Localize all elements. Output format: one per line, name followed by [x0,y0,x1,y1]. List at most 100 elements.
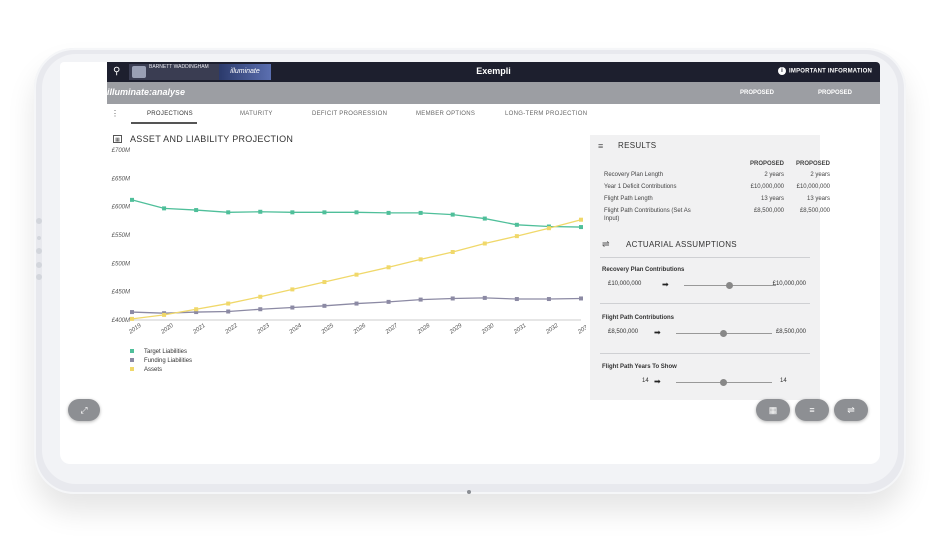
slider-label: Recovery Plan Contributions [602,267,685,273]
tab-long-term-projection[interactable]: LONG-TERM PROJECTION [505,111,587,117]
legend-swatch [130,349,134,354]
tab-member-options[interactable]: MEMBER OPTIONS [416,111,475,117]
data-point [418,257,423,262]
results-panel: ≡ RESULTS PROPOSED PROPOSED Recovery Pla… [590,135,830,235]
data-point [226,309,231,314]
divider [600,353,810,354]
bar-chart-icon: ▦ [113,135,122,143]
x-tick-label: 2027 [384,323,400,337]
assumptions-title: ACTUARIAL ASSUMPTIONS [626,240,737,249]
slider-label: Flight Path Years To Show [602,364,677,370]
x-tick-label: 2032 [544,323,560,337]
tab-maturity[interactable]: MATURITY [240,111,273,117]
results-value: 2 years [810,172,830,178]
projection-chart: £700M £650M £600M £550M £500M £450M £400M2019 2… [111,148,586,337]
results-row: Recovery Plan Length 2 years 2 years [604,172,830,178]
x-tick-label: 2023 [256,323,272,337]
tab-projections[interactable]: PROJECTIONS [147,111,193,117]
assumptions-view-button[interactable]: ⇌ [834,399,868,421]
results-row: Flight Path Contributions (Set As £8,500… [604,208,830,214]
recovery-plan-slider[interactable]: £10,000,000 ➡ £10,000,000 [602,279,810,291]
data-point [258,294,263,299]
app-screen: ⚲ BARNETT WADDINGHAM illuminate Exempli … [60,62,880,464]
data-point [579,217,583,222]
bar-chart-icon: ▦ [768,405,778,415]
x-tick-label: 2025 [320,323,336,337]
arrow-right-icon: ➡ [662,280,669,289]
results-label: Flight Path Contributions (Set As [604,208,691,214]
results-value: 2 years [764,172,784,178]
data-point [290,287,295,292]
data-point [354,272,359,277]
x-tick-label: 2031 [512,323,527,336]
y-tick-label: £700M [111,148,130,154]
flight-path-years-slider[interactable]: 14 ➡ 14 [602,376,810,388]
sliders-icon: ⇌ [602,239,610,249]
divider [600,303,810,304]
side-dot [36,262,42,268]
tab-deficit-progression[interactable]: DEFICIT PROGRESSION [312,111,387,117]
data-point [450,212,455,217]
chart-legend: Target Liabilities Funding Liabilities A… [130,348,192,375]
slider-max: 14 [780,378,787,384]
chart-view-button[interactable]: ▦ [756,399,790,421]
data-point [482,241,487,246]
results-col-header: PROPOSED [795,161,830,167]
results-value: 13 years [760,196,784,202]
side-dot [36,274,42,280]
flight-path-contributions-slider[interactable]: £8,500,000 ➡ £8,500,000 [602,327,810,339]
data-point [290,305,295,310]
chart-title: ASSET AND LIABILITY PROJECTION [130,134,294,144]
data-point [514,297,519,302]
y-tick-label: £500M [111,261,130,267]
data-point [322,210,327,215]
results-value: £8,500,000 [799,208,830,214]
data-point [418,297,423,302]
legend-label: Assets [144,367,163,373]
data-point [130,197,134,202]
data-point [258,209,263,214]
legend-label: Target Liabilities [144,349,188,355]
slider-value: £8,500,000 [608,329,639,335]
results-value: £10,000,000 [796,184,830,190]
results-view-button[interactable]: ≡ [795,399,829,421]
legend-item[interactable]: Assets [130,366,192,375]
data-point [130,316,134,321]
list-icon: ≡ [598,141,604,151]
data-point [482,295,487,300]
legend-item[interactable]: Funding Liabilities [130,357,192,366]
results-row: Year 1 Deficit Contributions £10,000,000… [604,184,830,190]
data-point [194,208,199,213]
important-information-link[interactable]: i IMPORTANT INFORMATION [778,67,872,75]
side-dot [37,236,41,240]
slider-thumb[interactable] [720,379,727,386]
data-point [579,225,583,230]
data-point [514,234,519,239]
fullscreen-button[interactable]: ⤢ [68,399,100,421]
info-label: IMPORTANT INFORMATION [789,68,872,75]
data-point [322,280,327,285]
data-point [546,226,551,231]
slider-value: 14 [642,378,649,384]
x-tick-label: 2021 [192,323,207,336]
results-row-continuation: Input) [604,216,810,222]
data-point [482,216,487,221]
x-tick-label: 2019 [127,323,143,337]
slider-thumb[interactable] [720,330,727,337]
more-menu-icon[interactable]: ⋮ [111,109,119,118]
x-tick-label: 2026 [352,323,368,337]
slider-thumb[interactable] [726,282,733,289]
x-tick-label: 2033 [576,323,586,337]
side-dot [36,248,42,254]
y-tick-label: £650M [111,176,130,182]
slider-label: Flight Path Contributions [602,315,674,321]
y-tick-label: £450M [111,290,130,296]
scenario-label-2[interactable]: PROPOSED [818,90,852,96]
divider [600,257,810,258]
legend-item[interactable]: Target Liabilities [130,348,192,357]
data-point [226,210,231,215]
scenario-label-1[interactable]: PROPOSED [740,90,774,96]
data-point [354,301,359,306]
data-point [162,206,167,211]
data-point [386,299,391,304]
